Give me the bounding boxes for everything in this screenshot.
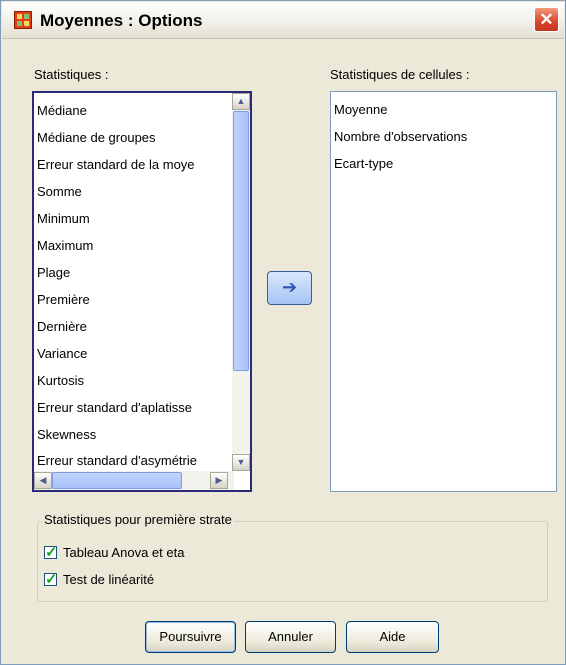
anova-eta-label: Tableau Anova et eta xyxy=(63,545,185,560)
list-item[interactable]: Erreur standard d'asymétrie xyxy=(37,453,197,468)
list-item[interactable]: Kurtosis xyxy=(37,373,84,388)
cell-statistics-label: Statistiques de cellules : xyxy=(330,67,470,82)
linearity-test-option[interactable]: Test de linéarité xyxy=(44,570,155,588)
vertical-scrollbar[interactable]: ▲ ▼ xyxy=(232,93,250,471)
cell-statistics-list[interactable]: Moyenne Nombre d'observations Ecart-type xyxy=(330,91,557,492)
help-button[interactable]: Aide xyxy=(346,621,439,653)
first-layer-group xyxy=(37,521,548,602)
list-item[interactable]: Minimum xyxy=(37,211,90,226)
scroll-up-icon[interactable]: ▲ xyxy=(232,93,250,110)
list-item[interactable]: Erreur standard de la moye xyxy=(37,157,195,172)
horizontal-scroll-thumb[interactable] xyxy=(52,472,182,489)
linearity-test-label: Test de linéarité xyxy=(63,572,155,587)
scroll-right-icon[interactable]: ▶ xyxy=(210,472,228,489)
continue-button[interactable]: Poursuivre xyxy=(145,621,236,653)
title-bar: Moyennes : Options ✕ xyxy=(2,2,564,39)
linearity-test-checkbox[interactable] xyxy=(44,570,58,588)
dialog-title: Moyennes : Options xyxy=(40,11,203,30)
arrow-right-icon: ➔ xyxy=(281,277,298,297)
horizontal-scrollbar[interactable]: ◀ ▶ xyxy=(34,471,234,490)
list-item[interactable]: Maximum xyxy=(37,238,93,253)
close-button[interactable]: ✕ xyxy=(534,7,559,32)
list-item[interactable]: Première xyxy=(37,292,90,307)
list-item[interactable]: Variance xyxy=(37,346,87,361)
move-right-button[interactable]: ➔ xyxy=(267,271,312,305)
list-item[interactable]: Plage xyxy=(37,265,70,280)
list-item[interactable]: Skewness xyxy=(37,427,96,442)
list-item[interactable]: Nombre d'observations xyxy=(334,129,467,144)
statistics-list[interactable]: Médiane Médiane de groupes Erreur standa… xyxy=(32,91,252,492)
cancel-button[interactable]: Annuler xyxy=(245,621,336,653)
list-item[interactable]: Médiane xyxy=(37,103,87,118)
list-item[interactable]: Médiane de groupes xyxy=(37,130,156,145)
list-item[interactable]: Moyenne xyxy=(334,102,387,117)
app-icon xyxy=(14,11,32,29)
scroll-left-icon[interactable]: ◀ xyxy=(34,472,52,489)
list-item[interactable]: Ecart-type xyxy=(334,156,393,171)
first-layer-group-title: Statistiques pour première strate xyxy=(42,512,234,527)
vertical-scroll-thumb[interactable] xyxy=(233,111,249,371)
list-item[interactable]: Somme xyxy=(37,184,82,199)
options-dialog: Moyennes : Options ✕ Statistiques : Stat… xyxy=(0,0,566,665)
anova-eta-option[interactable]: Tableau Anova et eta xyxy=(44,543,185,561)
list-item[interactable]: Erreur standard d'aplatisse xyxy=(37,400,192,415)
list-item[interactable]: Dernière xyxy=(37,319,87,334)
anova-eta-checkbox[interactable] xyxy=(44,543,58,561)
statistics-label: Statistiques : xyxy=(34,67,109,82)
scroll-down-icon[interactable]: ▼ xyxy=(232,454,250,471)
